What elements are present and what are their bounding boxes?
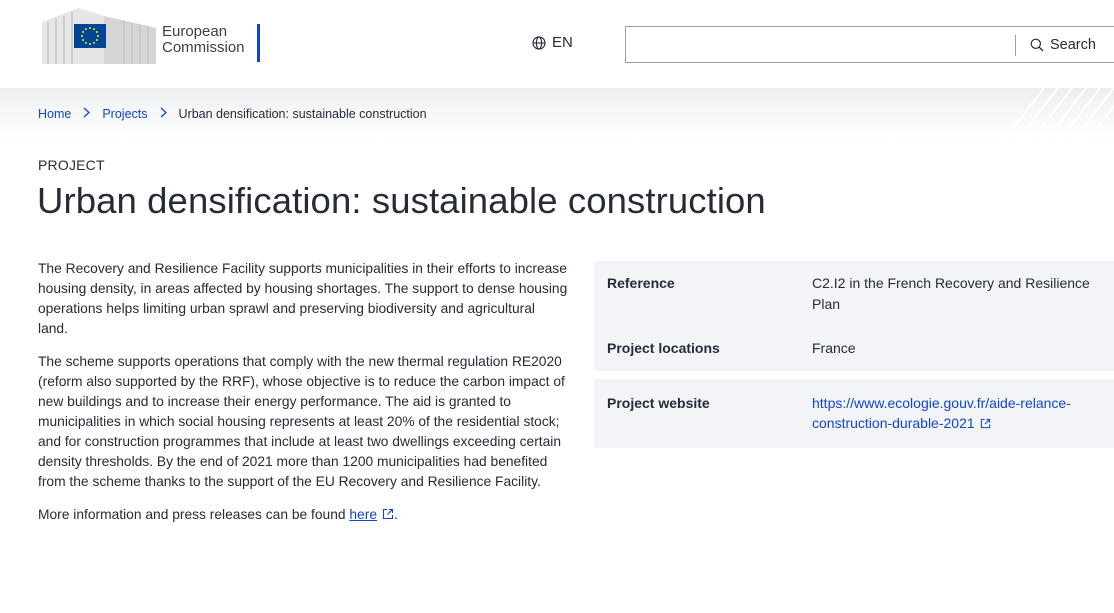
breadcrumb-projects[interactable]: Projects [102, 107, 147, 121]
search-divider [1015, 35, 1016, 56]
info-key: Reference [607, 275, 675, 291]
page-title: Urban densification: sustainable constru… [37, 180, 766, 221]
project-info-table: Reference C2.I2 in the French Recovery a… [594, 261, 1114, 448]
breadcrumb-home[interactable]: Home [38, 107, 71, 121]
search-icon [1030, 38, 1044, 51]
more-info-prefix: More information and press releases can … [38, 507, 350, 522]
more-info-link-text: here [349, 507, 377, 522]
info-row-website: Project website https://www.ecologie.gou… [594, 378, 1114, 448]
project-website-url: https://www.ecologie.gouv.fr/aide-relanc… [812, 394, 1071, 432]
description-paragraph-2: The scheme supports operations that comp… [38, 354, 565, 489]
search-button-label: Search [1050, 36, 1096, 53]
breadcrumb-separator [83, 107, 91, 121]
info-value: https://www.ecologie.gouv.fr/aide-relanc… [812, 393, 1107, 434]
logo-wordmark: European Commission [162, 24, 245, 56]
description-paragraph-1: The Recovery and Resilience Facility sup… [38, 261, 568, 336]
info-row-locations: Project locations France [594, 326, 1114, 371]
breadcrumb: Home Projects Urban densification: susta… [38, 107, 427, 121]
info-key: Project locations [607, 340, 720, 356]
external-link-icon [980, 418, 990, 429]
search-button[interactable]: Search [1030, 27, 1096, 62]
external-link-icon [382, 508, 394, 520]
decorative-stripes [1003, 88, 1114, 140]
language-switcher[interactable]: EN [532, 34, 573, 51]
info-row-reference: Reference C2.I2 in the French Recovery a… [594, 261, 1114, 326]
logo-accent-bar [257, 24, 260, 62]
content-type-label: PROJECT [38, 157, 105, 173]
breadcrumb-current: Urban densification: sustainable constru… [178, 107, 427, 121]
info-value: C2.I2 in the French Recovery and Resilie… [812, 275, 1090, 312]
more-info-link[interactable]: here [349, 507, 394, 522]
logo-line-2: Commission [162, 39, 245, 56]
chevron-right-icon [83, 107, 91, 118]
language-code: EN [552, 34, 573, 51]
site-header: European Commission EN Search [0, 0, 1114, 88]
project-description: The Recovery and Resilience Facility sup… [38, 259, 568, 538]
info-value: France [812, 340, 856, 356]
breadcrumb-separator [160, 107, 167, 121]
logo-line-1: European [162, 23, 228, 40]
search-form: Search [625, 26, 1114, 63]
more-info-suffix: . [394, 507, 398, 522]
more-info-paragraph: More information and press releases can … [38, 505, 568, 525]
eu-flag-icon [74, 24, 106, 48]
globe-icon [532, 35, 546, 50]
info-key: Project website [607, 394, 710, 411]
project-website-link[interactable]: https://www.ecologie.gouv.fr/aide-relanc… [812, 395, 1071, 432]
search-input[interactable] [626, 27, 1011, 62]
chevron-right-icon [160, 107, 167, 118]
